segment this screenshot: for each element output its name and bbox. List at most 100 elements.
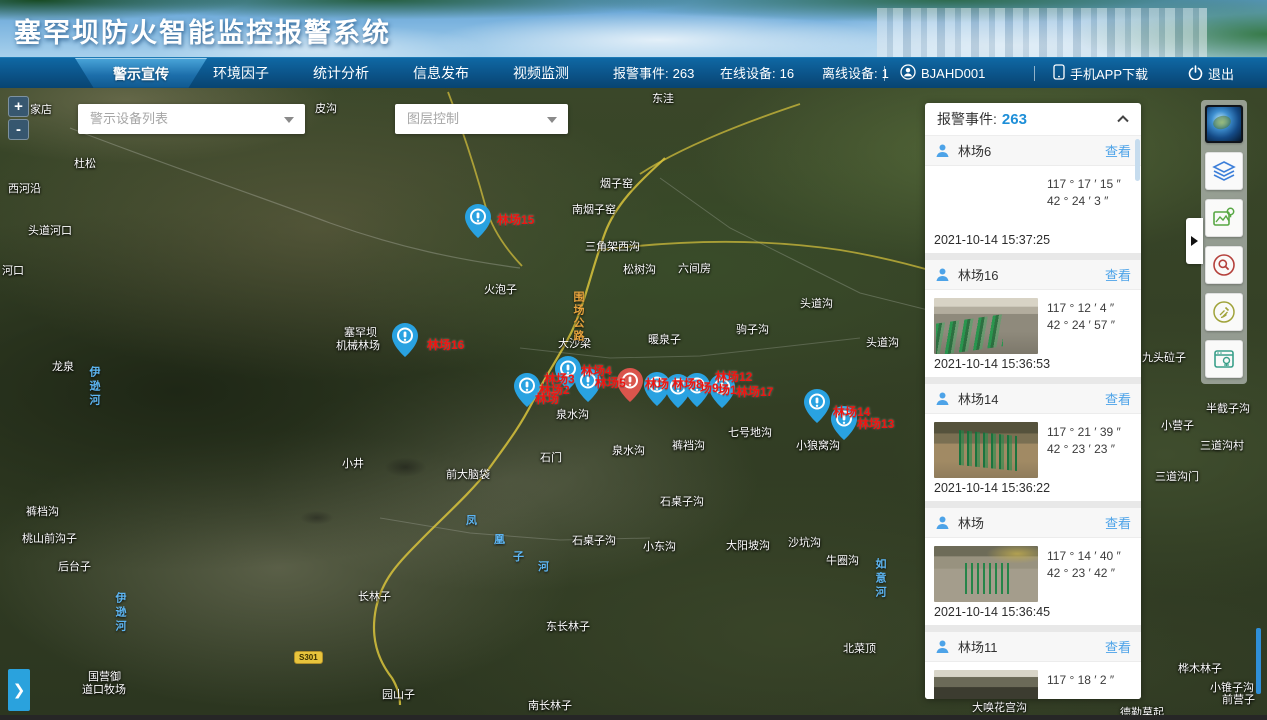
alarm-site-name: 林场16	[958, 265, 1105, 284]
map-place-label: 半截子沟	[1206, 400, 1250, 416]
alarm-site-name: 林场6	[958, 141, 1105, 160]
tab-warning-publicity[interactable]: 警示宣传	[75, 58, 207, 89]
alarm-list-item: 林场6 查看 117 ° 17 ′ 15 ″ 42 ° 24 ′ 3 ″ 202…	[925, 136, 1141, 253]
map-place-label: 烟子窑	[600, 175, 633, 191]
alarm-item-body: 117 ° 17 ′ 15 ″ 42 ° 24 ′ 3 ″ 2021-10-14…	[925, 166, 1141, 253]
map-place-label: 长林子	[358, 588, 391, 604]
satellite-view-button[interactable]	[1205, 105, 1243, 143]
app-root: 塞罕坝防火智能监控报警系统 警示宣传 环境因子 统计分析 信息发布 视频监测 报…	[0, 0, 1267, 720]
alarm-coordinates: 117 ° 12 ′ 4 ″ 42 ° 24 ′ 57 ″	[1047, 300, 1115, 334]
expand-left-panel-button[interactable]: ❯	[8, 669, 30, 711]
alarm-snapshot-photo	[934, 546, 1038, 602]
alarm-snapshot-photo	[934, 422, 1038, 478]
map-place-label: 河口	[2, 262, 24, 278]
map-edge-indicator	[1256, 628, 1261, 694]
view-link[interactable]: 查看	[1105, 141, 1131, 160]
panel-scrollbar[interactable]	[1135, 139, 1140, 181]
map-place-label: 龙泉	[52, 358, 74, 374]
user-icon	[900, 64, 916, 83]
alarm-list-item: 林场11 查看 117 ° 18 ′ 2 ″	[925, 632, 1141, 699]
alarm-list-item: 林场 查看 117 ° 14 ′ 40 ″ 42 ° 23 ′ 42 ″ 202…	[925, 508, 1141, 625]
alarm-item-body: 117 ° 12 ′ 4 ″ 42 ° 24 ′ 57 ″ 2021-10-14…	[925, 290, 1141, 377]
alarm-item-header[interactable]: 林场6 查看	[925, 136, 1141, 166]
view-link[interactable]: 查看	[1105, 389, 1131, 408]
logout-button[interactable]: 退出	[1188, 58, 1234, 89]
map-place-label: 六间房	[678, 260, 711, 276]
alarm-item-header[interactable]: 林场 查看	[925, 508, 1141, 538]
logout-label: 退出	[1208, 64, 1234, 83]
tab-environment-factors[interactable]: 环境因子	[196, 58, 286, 89]
map-place-label: 南长林子	[528, 697, 572, 713]
collapse-panel-button[interactable]	[1117, 115, 1129, 123]
alarm-snapshot-photo	[934, 670, 1038, 699]
person-icon	[935, 143, 950, 158]
map-marker-pin[interactable]	[392, 323, 418, 357]
marker-label: 林场8	[672, 375, 703, 392]
zoom-out-button[interactable]: -	[8, 119, 29, 140]
tab-video-monitor[interactable]: 视频监测	[496, 58, 586, 89]
map-place-label: 小东沟	[643, 538, 676, 554]
clear-map-button[interactable]	[1205, 293, 1243, 331]
map-place-label: 小营子	[1161, 417, 1194, 433]
map-place-label: 前营子	[1222, 691, 1255, 707]
map-road-name-label: 围场公路	[570, 291, 586, 343]
marker-label: 林场12	[715, 368, 752, 385]
map-place-label: 家店	[30, 101, 52, 117]
map-place-label: 石桌子沟	[572, 532, 616, 548]
chevron-right-icon	[1191, 236, 1198, 246]
phone-icon	[1053, 64, 1065, 83]
map-place-label: 三道沟村	[1200, 437, 1244, 453]
map-place-label: 火泡子	[484, 281, 517, 297]
layers-icon	[1212, 159, 1236, 183]
tab-statistics[interactable]: 统计分析	[296, 58, 386, 89]
marker-label: 林场13	[857, 415, 894, 432]
alarm-coordinates: 117 ° 21 ′ 39 ″ 42 ° 23 ′ 23 ″	[1047, 424, 1121, 458]
map-annotation-button[interactable]	[1205, 199, 1243, 237]
map-marker-pin[interactable]	[804, 389, 830, 423]
username: BJAHD001	[921, 66, 985, 81]
app-download-button[interactable]: 手机APP下载	[1053, 58, 1148, 89]
map-place-label: 桦木林子	[1178, 660, 1222, 676]
alarm-item-header[interactable]: 林场11 查看	[925, 632, 1141, 662]
map-place-label: 杜松	[74, 155, 96, 171]
chevron-up-icon	[1117, 115, 1129, 123]
device-window-icon	[1212, 347, 1236, 371]
layer-control-button[interactable]	[1205, 152, 1243, 190]
map-river-label: 如意河	[872, 558, 888, 600]
expand-right-panel-button[interactable]	[1186, 218, 1203, 264]
map-place-label: 驹子沟	[736, 321, 769, 337]
divider	[925, 377, 1141, 384]
user-menu[interactable]: BJAHD001	[900, 58, 985, 89]
alarm-snapshot-photo	[934, 298, 1038, 354]
tab-info-publish[interactable]: 信息发布	[396, 58, 486, 89]
main-navbar: 警示宣传 环境因子 统计分析 信息发布 视频监测 报警事件:263 在线设备:1…	[0, 57, 1267, 88]
map-place-label: 大阳坡沟	[726, 537, 770, 553]
view-link[interactable]: 查看	[1105, 637, 1131, 656]
zoom-in-button[interactable]: +	[8, 96, 29, 117]
map-place-label: 三道沟门	[1155, 468, 1199, 484]
device-list-dropdown[interactable]: 警示设备列表	[78, 104, 305, 134]
map-place-label: 头道河口	[28, 222, 72, 238]
marker-label: 林场	[645, 375, 669, 392]
alarm-item-header[interactable]: 林场14 查看	[925, 384, 1141, 414]
alarm-item-header[interactable]: 林场16 查看	[925, 260, 1141, 290]
divider	[925, 253, 1141, 260]
layer-control-dropdown[interactable]: 图层控制	[395, 104, 568, 134]
view-link[interactable]: 查看	[1105, 513, 1131, 532]
map-place-label: 头道沟	[800, 295, 833, 311]
stat-online-devices: 在线设备:16	[720, 58, 794, 89]
map-place-label: 北菜顶	[843, 640, 876, 656]
alarm-panel-count: 263	[1002, 111, 1027, 128]
area-search-button[interactable]	[1205, 246, 1243, 284]
map-marker-pin[interactable]	[465, 204, 491, 238]
map-place-label: 小井	[342, 455, 364, 471]
alarm-site-name: 林场14	[958, 389, 1105, 408]
view-link[interactable]: 查看	[1105, 265, 1131, 284]
map-place-label: 泉水沟	[556, 406, 589, 422]
chevron-down-icon	[547, 117, 557, 123]
map-place-label: 东长林子	[546, 618, 590, 634]
device-panel-button[interactable]	[1205, 340, 1243, 378]
map-place-label: 松树沟	[623, 261, 656, 277]
person-icon	[935, 391, 950, 406]
bottom-edge-strip	[0, 715, 1267, 720]
